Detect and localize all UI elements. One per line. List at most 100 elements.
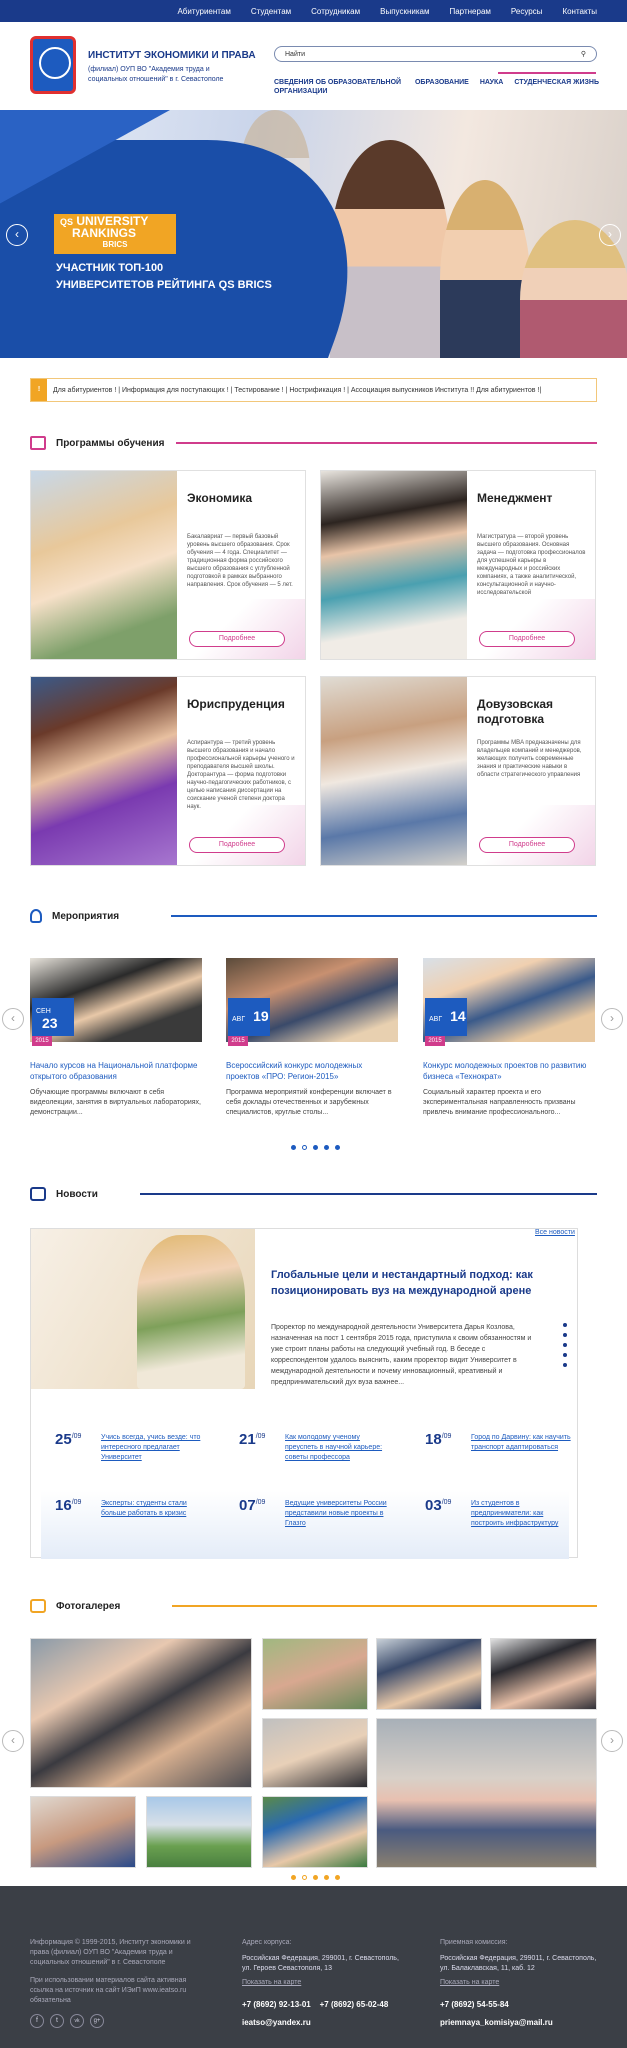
events-next-arrow-icon[interactable]: › (601, 1008, 623, 1030)
gallery-photo[interactable] (262, 1638, 368, 1710)
vk-icon[interactable]: vk (70, 2014, 84, 2028)
hero-student-image (330, 140, 450, 358)
program-card-preuniversity[interactable]: Довузовская подготовка Программы MBA пре… (320, 676, 596, 866)
pagination-dot[interactable] (291, 1875, 296, 1880)
footer-admission-map-link[interactable]: Показать на карте (440, 1978, 499, 1988)
program-card-law[interactable]: Юриспруденция Аспирантура — третий урове… (30, 676, 306, 866)
programs-title: Программы обучения (56, 437, 165, 449)
program-card-management[interactable]: Менеджмент Магистратура — второй уровень… (320, 470, 596, 660)
event-card[interactable]: СЕН 23 2015 Начало курсов на Национально… (30, 958, 202, 1128)
pagination-dot[interactable] (335, 1875, 340, 1880)
news-list-item[interactable]: 25/09 Учись всегда, учись везде: что инт… (55, 1431, 205, 1471)
footer-phones[interactable]: +7 (8692) 92-13-01 +7 (8692) 65-02-48 (242, 2000, 388, 2009)
news-link[interactable]: Из студентов в предприниматели: как пост… (471, 1499, 575, 1529)
gallery-photo[interactable] (262, 1796, 368, 1868)
topnav-resources[interactable]: Ресурсы (511, 7, 543, 16)
event-title-link[interactable]: Всероссийский конкурс молодежных проекто… (226, 1060, 398, 1082)
nav-education[interactable]: ОБРАЗОВАНИЕ (415, 78, 469, 96)
news-link[interactable]: Город по Дарвину: как научить транспорт … (471, 1433, 575, 1453)
hero-caption: УЧАСТНИК ТОП-100 УНИВЕРСИТЕТОВ РЕЙТИНГА … (56, 260, 316, 294)
google-plus-icon[interactable]: g+ (90, 2014, 104, 2028)
gallery-photo[interactable] (30, 1796, 136, 1868)
nav-organization-info[interactable]: СВЕДЕНИЯ ОБ ОБРАЗОВАТЕЛЬНОЙ ОРГАНИЗАЦИИ (274, 78, 404, 96)
hero-prev-arrow-icon[interactable]: ‹ (6, 224, 28, 246)
gallery-next-arrow-icon[interactable]: › (601, 1730, 623, 1752)
search-icon[interactable]: ⚲ (581, 50, 586, 58)
topnav-alumni[interactable]: Выпускникам (380, 7, 429, 16)
news-list-item[interactable]: 03/09 Из студентов в предприниматели: ка… (425, 1497, 575, 1537)
pagination-dot-active[interactable] (302, 1145, 307, 1150)
event-card[interactable]: АВГ 14 2015 Конкурс молодежных проектов … (423, 958, 595, 1128)
news-dot[interactable] (563, 1333, 567, 1337)
event-date-badge: АВГ 19 (228, 998, 270, 1036)
news-date: 25/09 (55, 1431, 81, 1448)
search-input[interactable]: Найти ⚲ (274, 46, 597, 62)
news-link[interactable]: Как молодому ученому преуспеть в научной… (285, 1433, 389, 1463)
nav-science[interactable]: НАУКА (480, 78, 504, 96)
footer-email[interactable]: ieatso@yandex.ru (242, 2018, 311, 2027)
footer-map-link[interactable]: Показать на карте (242, 1978, 301, 1988)
event-date-badge: СЕН 23 (32, 998, 74, 1036)
news-dot[interactable] (563, 1323, 567, 1327)
pagination-dot[interactable] (313, 1145, 318, 1150)
program-image-preuniversity (321, 677, 467, 865)
topnav-contacts[interactable]: Контакты (562, 7, 597, 16)
topnav-students[interactable]: Студентам (251, 7, 291, 16)
news-dot[interactable] (563, 1343, 567, 1347)
program-card-economics[interactable]: Экономика Бакалавриат — первый базовый у… (30, 470, 306, 660)
footer-copyright: Информация © 1999-2015, Институт экономи… (30, 1939, 191, 1966)
pagination-dot[interactable] (313, 1875, 318, 1880)
gallery-photo[interactable] (262, 1718, 368, 1788)
gallery-prev-arrow-icon[interactable]: ‹ (2, 1730, 24, 1752)
program-description: Программы MBA предназначены для владельц… (477, 740, 582, 778)
program-more-button[interactable]: Подробнее (479, 631, 575, 647)
program-title: Менеджмент (477, 491, 553, 505)
news-list-item[interactable]: 21/09 Как молодому ученому преуспеть в н… (239, 1431, 389, 1471)
pagination-dot[interactable] (291, 1145, 296, 1150)
news-list-item[interactable]: 16/09 Эксперты: студенты стали больше ра… (55, 1497, 205, 1537)
news-feature-title[interactable]: Глобальные цели и нестандартный подход: … (271, 1267, 541, 1299)
news-dot[interactable] (563, 1353, 567, 1357)
card-decoration (465, 599, 595, 659)
program-more-button[interactable]: Подробнее (479, 837, 575, 853)
all-news-link[interactable]: Все новости (535, 1229, 575, 1236)
hero-next-arrow-icon[interactable]: › (599, 224, 621, 246)
event-title-link[interactable]: Конкурс молодежных проектов по развитию … (423, 1060, 595, 1082)
facebook-icon[interactable]: f (30, 2014, 44, 2028)
topnav-applicants[interactable]: Абитуриентам (177, 7, 230, 16)
pagination-dot-active[interactable] (302, 1875, 307, 1880)
event-month: СЕН (36, 1008, 51, 1015)
news-dot[interactable] (563, 1363, 567, 1367)
gallery-photo[interactable] (30, 1638, 252, 1788)
twitter-icon[interactable]: t (50, 2014, 64, 2028)
news-link[interactable]: Учись всегда, учись везде: что интересно… (101, 1433, 205, 1463)
footer-admission-phone[interactable]: +7 (8692) 54-55-84 (440, 2000, 509, 2009)
gallery-photo[interactable] (490, 1638, 597, 1710)
news-list-item[interactable]: 18/09 Город по Дарвину: как научить тран… (425, 1431, 575, 1471)
news-link[interactable]: Ведущие университеты России представили … (285, 1499, 389, 1529)
news-list-item[interactable]: 07/09 Ведущие университеты России предст… (239, 1497, 389, 1537)
news-divider (139, 1193, 597, 1195)
gallery-photo[interactable] (146, 1796, 252, 1868)
footer-notice: При использовании материалов сайта актив… (30, 1977, 187, 2004)
events-prev-arrow-icon[interactable]: ‹ (2, 1008, 24, 1030)
gallery-photo[interactable] (376, 1718, 597, 1868)
site-header: ИНСТИТУТ ЭКОНОМИКИ И ПРАВА (филиал) ОУП … (0, 22, 627, 110)
nav-student-life[interactable]: СТУДЕНЧЕСКАЯ ЖИЗНЬ (514, 78, 599, 96)
topnav-partners[interactable]: Партнерам (449, 7, 490, 16)
camera-icon (30, 1599, 46, 1613)
pagination-dot[interactable] (324, 1875, 329, 1880)
ticker-text[interactable]: Для абитуриентов ! | Информация для пост… (53, 387, 541, 394)
program-more-button[interactable]: Подробнее (189, 837, 285, 853)
event-card[interactable]: АВГ 19 2015 Всероссийский конкурс молоде… (226, 958, 398, 1128)
gallery-photo[interactable] (376, 1638, 482, 1710)
program-more-button[interactable]: Подробнее (189, 631, 285, 647)
news-link[interactable]: Эксперты: студенты стали больше работать… (101, 1499, 205, 1519)
footer-admission-email[interactable]: priemnaya_komisiya@mail.ru (440, 2018, 553, 2027)
event-title-link[interactable]: Начало курсов на Национальной платформе … (30, 1060, 202, 1082)
institute-logo[interactable] (30, 36, 76, 94)
pagination-dot[interactable] (324, 1145, 329, 1150)
news-day: 25 (55, 1431, 72, 1448)
topnav-staff[interactable]: Сотрудникам (311, 7, 360, 16)
pagination-dot[interactable] (335, 1145, 340, 1150)
